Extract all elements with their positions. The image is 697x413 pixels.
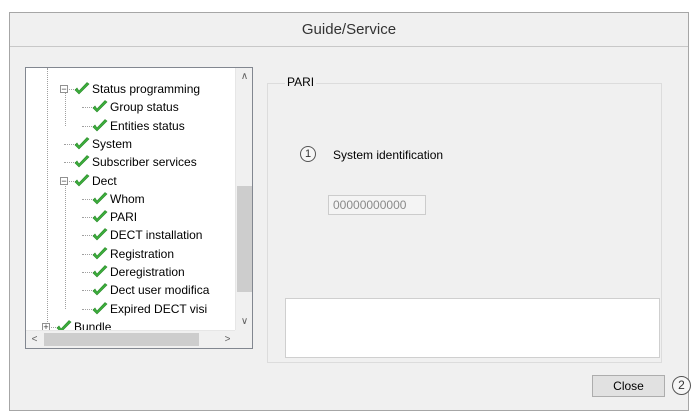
tree-item[interactable]: Dect user modifica: [110, 281, 209, 299]
tree-item[interactable]: Entities status: [110, 117, 185, 135]
tree-item[interactable]: DECT installation: [110, 226, 202, 244]
tree-content: − Status programming Group status Entities …: [26, 68, 236, 330]
info-text-area[interactable]: [285, 298, 660, 358]
window-title: Guide/Service: [10, 13, 688, 47]
group-legend: PARI: [285, 75, 317, 89]
green-check-icon: [92, 301, 108, 315]
collapse-icon[interactable]: −: [60, 85, 68, 94]
tree-guide-line: [47, 68, 48, 172]
green-check-icon: [56, 319, 72, 330]
green-check-icon: [92, 283, 108, 296]
green-check-icon: [74, 173, 90, 186]
green-check-icon: [92, 191, 108, 205]
tree-item[interactable]: System: [92, 135, 132, 153]
tree-horizontal-scrollbar[interactable]: < >: [26, 330, 236, 348]
tree-item[interactable]: Status programming: [92, 80, 200, 98]
green-check-icon: [92, 265, 108, 278]
marker-1-icon: 1: [300, 146, 316, 162]
green-check-icon: [92, 246, 108, 260]
scroll-down-arrow-icon[interactable]: ∨: [236, 313, 252, 330]
horizontal-scroll-thumb[interactable]: [44, 333, 199, 346]
collapse-icon[interactable]: −: [60, 176, 68, 185]
expand-icon[interactable]: +: [42, 322, 50, 330]
green-check-icon: [92, 118, 108, 132]
green-check-icon: [74, 155, 90, 168]
system-identification-field: 00000000000: [328, 195, 426, 215]
scrollbar-corner: [235, 330, 252, 348]
tree-guide-line: [65, 180, 66, 309]
green-check-icon: [74, 136, 90, 150]
tree-item[interactable]: Dect: [92, 172, 117, 190]
green-check-icon: [74, 82, 90, 95]
system-identification-label: System identification: [333, 148, 444, 162]
tree-item[interactable]: Group status: [110, 98, 179, 116]
tree-item[interactable]: Registration: [110, 245, 174, 263]
vertical-scroll-thumb[interactable]: [237, 186, 252, 292]
scroll-right-arrow-icon[interactable]: >: [219, 331, 236, 348]
tree-item[interactable]: Whom: [110, 190, 145, 208]
tree-item[interactable]: PARI: [110, 208, 137, 226]
tree-guide-line: [65, 89, 66, 126]
navigation-tree[interactable]: − Status programming Group status Entities …: [25, 67, 253, 349]
tree-item[interactable]: Deregistration: [110, 263, 185, 281]
marker-2-icon: 2: [672, 376, 691, 395]
tree-vertical-scrollbar[interactable]: ∧ ∨: [235, 68, 252, 330]
tree-item[interactable]: Bundle: [74, 318, 111, 330]
scroll-left-arrow-icon[interactable]: <: [26, 331, 43, 348]
tree-item[interactable]: Expired DECT visi: [110, 300, 207, 318]
scroll-up-arrow-icon[interactable]: ∧: [236, 68, 252, 85]
close-button[interactable]: Close: [592, 375, 665, 397]
green-check-icon: [92, 228, 108, 241]
green-check-icon: [92, 210, 108, 223]
green-check-icon: [92, 100, 108, 113]
tree-item[interactable]: Subscriber services: [92, 153, 197, 171]
